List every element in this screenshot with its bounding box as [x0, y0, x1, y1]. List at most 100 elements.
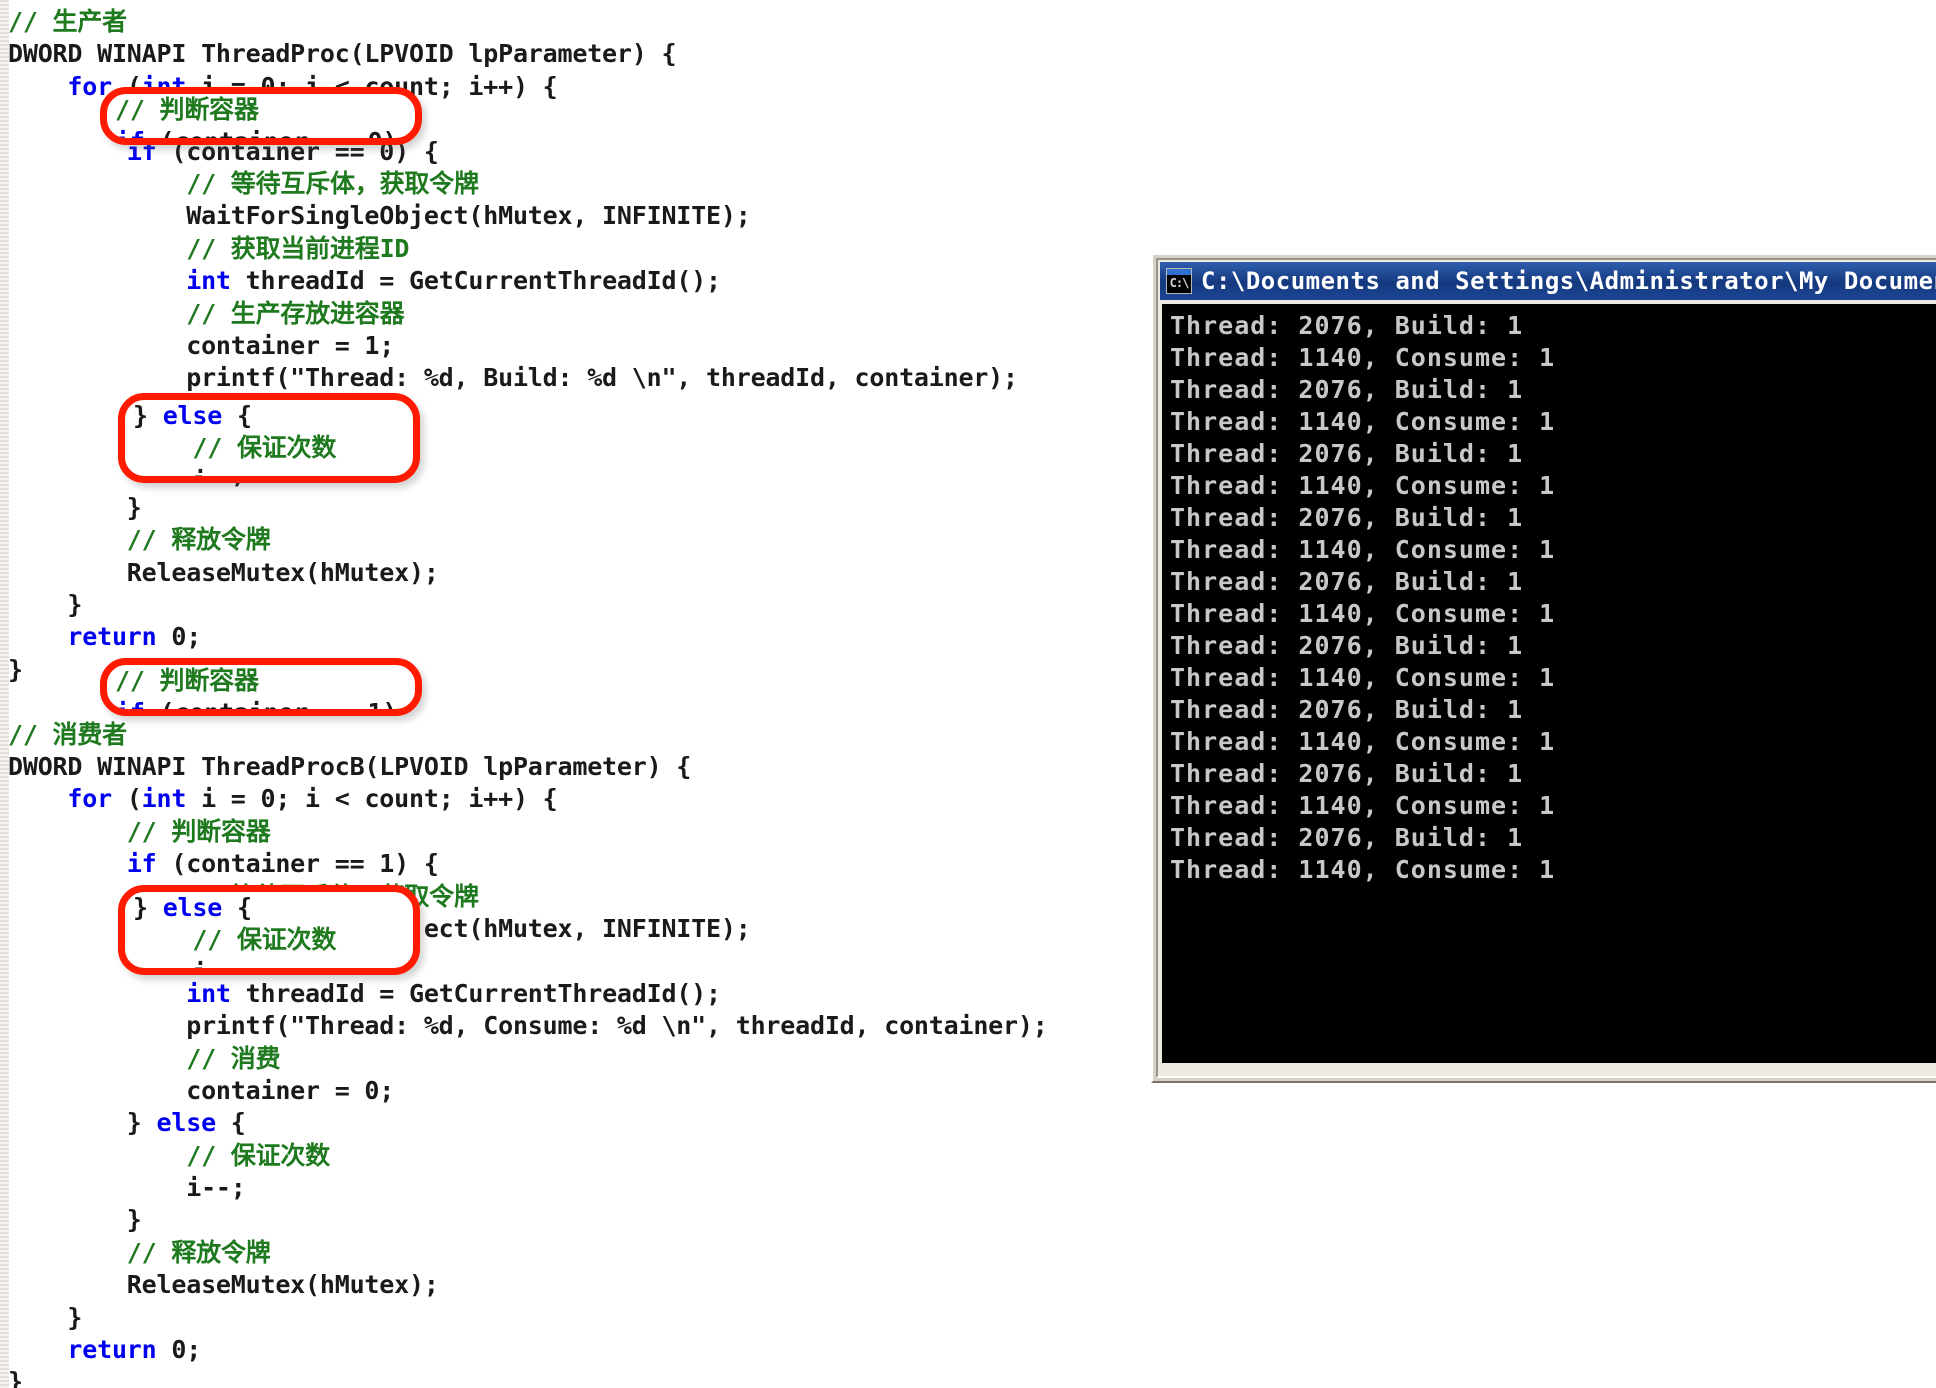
code-token-cmt: // 保证次数	[8, 1140, 330, 1170]
code-token-pl: printf("Thread: %d, Build: %d \n", threa…	[8, 363, 1018, 393]
code-line: }	[0, 1204, 1180, 1236]
code-line: printf("Thread: %d, Build: %d \n", threa…	[0, 362, 1180, 394]
code-line: container = 0;	[0, 1075, 1180, 1107]
code-token-pl: printf("Thread: %d, Consume: %d \n", thr…	[8, 1011, 1048, 1041]
code-token-cmt: // 释放令牌	[8, 1237, 271, 1267]
code-line: if (container == 1) {	[115, 697, 415, 709]
annotation-box-content: // 判断容器 if (container == 1) {	[107, 665, 415, 709]
code-token-pl: }	[8, 1367, 23, 1388]
code-token-pl: WaitForSingleObject(hMutex, INFINITE);	[8, 201, 751, 231]
code-line: return 0;	[0, 621, 1180, 653]
code-token-pl: i = 0; i < count; i++) {	[186, 784, 558, 814]
console-output-line: Thread: 1140, Consume: 1	[1170, 727, 1556, 756]
code-token-pl: {	[222, 893, 252, 922]
code-line: } else {	[133, 892, 413, 924]
command-prompt-output[interactable]: Thread: 2076, Build: 1 Thread: 1140, Cons…	[1162, 304, 1936, 1063]
console-output-line: Thread: 2076, Build: 1	[1170, 503, 1524, 532]
code-line: if (container == 0) {	[115, 126, 415, 145]
annotation-box-content: // 判断容器 if (container == 0) {	[107, 94, 415, 145]
code-token-cmt: // 等待互斥体，获取令牌	[8, 168, 479, 198]
code-token-pl: DWORD WINAPI ThreadProcB(LPVOID lpParame…	[8, 751, 692, 781]
code-token-kw: int	[141, 784, 187, 814]
console-output-line: Thread: 2076, Build: 1	[1170, 311, 1524, 340]
console-output-line: Thread: 2076, Build: 1	[1170, 759, 1524, 788]
code-token-cmt: // 消费者	[8, 719, 127, 749]
code-line: }	[0, 1302, 1180, 1334]
code-line: i--;	[0, 1172, 1180, 1204]
code-token-kw: return	[67, 1335, 157, 1365]
code-line: int threadId = GetCurrentThreadId();	[0, 265, 1180, 297]
code-line: // 保证次数	[133, 924, 413, 956]
code-token-cmt: // 消费	[8, 1043, 281, 1073]
console-output-line: Thread: 1140, Consume: 1	[1170, 407, 1556, 436]
code-line: // 释放令牌	[0, 524, 1180, 556]
code-line: // 保证次数	[0, 1140, 1180, 1172]
console-window-icon: C:\	[1166, 268, 1192, 294]
annotation-box-content: } else { // 保证次数 i--;}// 释放令牌ReleaseMute…	[125, 892, 413, 968]
code-line: // 生产存放进容器	[0, 298, 1180, 330]
code-token-cmt: // 生产存放进容器	[8, 298, 405, 328]
code-token-kw: return	[67, 622, 157, 652]
code-token-kw: for	[67, 784, 112, 814]
code-line: ReleaseMutex(hMutex);	[0, 557, 1180, 589]
code-line: // 消费	[0, 1043, 1180, 1075]
code-line: WaitForSingleObject(hMutex, INFINITE);	[0, 200, 1180, 232]
console-output-line: Thread: 1140, Consume: 1	[1170, 855, 1556, 884]
code-token-pl: container = 0;	[8, 1075, 395, 1105]
code-token-kw: else	[162, 401, 223, 430]
code-token-pl: (	[111, 784, 142, 814]
code-line: }	[0, 492, 1180, 524]
code-line: } else {	[133, 400, 413, 432]
command-prompt-titlebar[interactable]: C:\ C:\Documents and Settings\Administra…	[1160, 262, 1936, 300]
code-token-pl: i--;	[8, 1173, 246, 1203]
code-token-kw: if	[126, 849, 157, 879]
code-token-cmt: // 保证次数	[133, 925, 337, 955]
code-token-cmt: // 释放令牌	[8, 525, 271, 555]
command-prompt-title: C:\Documents and Settings\Administrator\…	[1201, 267, 1936, 295]
code-line: int threadId = GetCurrentThreadId();	[0, 978, 1180, 1010]
code-line: // 获取当前进程ID	[0, 233, 1180, 265]
code-token-cmt: // 生产者	[8, 7, 127, 36]
code-token-pl: }	[8, 654, 23, 684]
code-line: ReleaseMutex(hMutex);	[0, 1269, 1180, 1301]
code-token-pl: }	[8, 1205, 142, 1235]
code-line: DWORD WINAPI ThreadProc(LPVOID lpParamet…	[0, 38, 1180, 70]
code-token-pl: (container == 0) {	[144, 127, 422, 145]
code-line: } else {	[0, 1107, 1180, 1139]
console-output-line: Thread: 1140, Consume: 1	[1170, 343, 1556, 372]
code-token-kw: else	[162, 893, 223, 922]
code-token-pl: }	[8, 590, 83, 620]
code-token-pl: }	[8, 1302, 83, 1332]
console-output-line: Thread: 2076, Build: 1	[1170, 567, 1524, 596]
code-line: // 消费者	[0, 719, 1180, 751]
code-line: // 生产者	[0, 6, 1180, 38]
code-token-pl: }	[8, 1108, 157, 1138]
code-line: printf("Thread: %d, Consume: %d \n", thr…	[0, 1010, 1180, 1042]
command-prompt-window[interactable]: C:\ C:\Documents and Settings\Administra…	[1151, 253, 1936, 1083]
code-token-pl: {	[215, 1108, 246, 1138]
code-token-pl: threadId = GetCurrentThreadId();	[230, 978, 721, 1008]
code-token-cmt: // 判断容器	[115, 666, 259, 695]
code-token-kw: int	[186, 978, 231, 1008]
code-token-pl: }	[133, 893, 163, 922]
code-line: i--;	[133, 957, 413, 968]
code-line: }	[0, 589, 1180, 621]
code-token-pl: threadId = GetCurrentThreadId();	[230, 266, 721, 296]
screenshot-root: // 生产者 DWORD WINAPI ThreadProc(LPVOID lpP…	[0, 0, 1936, 1388]
code-token-kw: if	[115, 127, 145, 145]
code-line: for (int i = 0; i < count; i++) {	[0, 783, 1180, 815]
console-output-line: Thread: 1140, Consume: 1	[1170, 471, 1556, 500]
consumer-if-box: // 判断容器 if (container == 1) {	[100, 658, 422, 716]
code-line: i--;	[133, 465, 413, 476]
code-line: if (container == 1) {	[0, 848, 1180, 880]
console-output-line: Thread: 2076, Build: 1	[1170, 695, 1524, 724]
code-line: // 保证次数	[133, 432, 413, 464]
code-token-pl: {	[222, 401, 252, 430]
console-output-line: Thread: 2076, Build: 1	[1170, 823, 1524, 852]
code-token-pl: ReleaseMutex(hMutex);	[8, 557, 439, 587]
